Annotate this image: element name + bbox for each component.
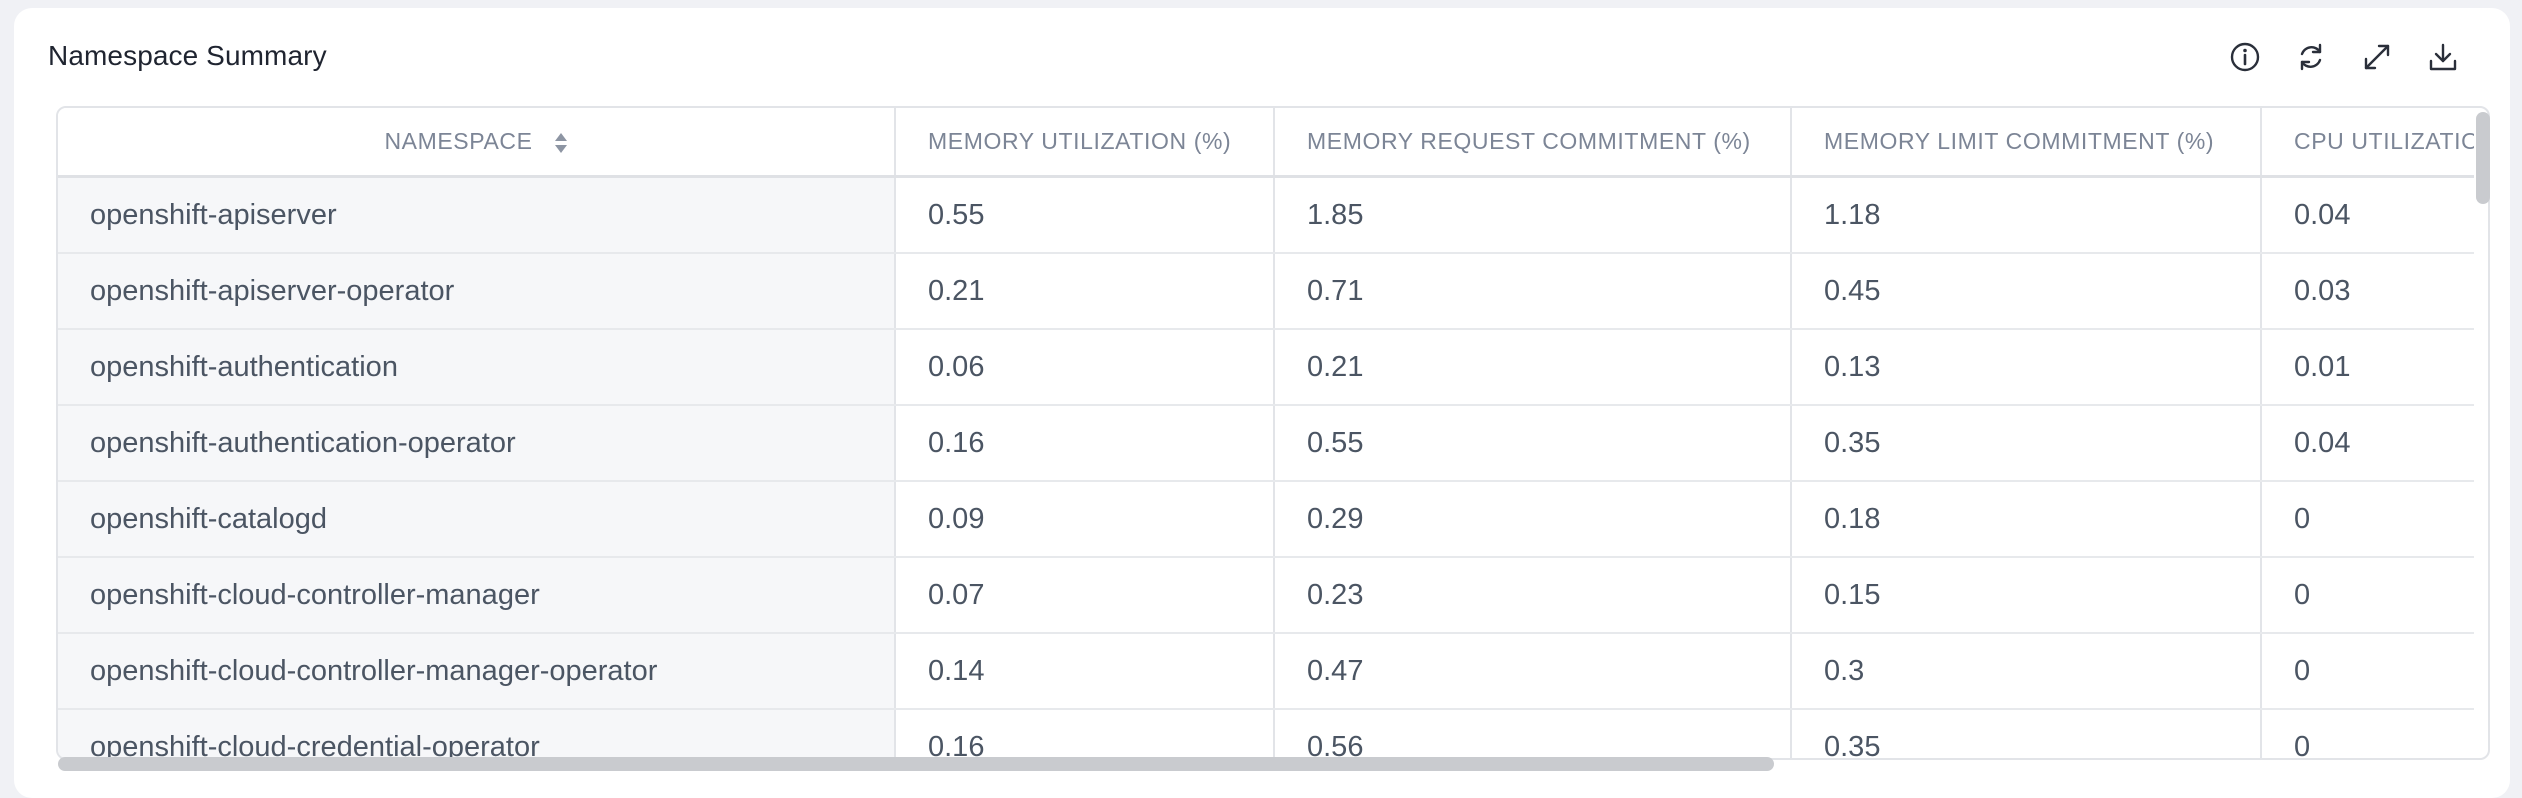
table-viewport[interactable]: NAMESPACE MEMORY UTILIZATION (%) MEMORY … (58, 108, 2474, 758)
column-header-cpu-utilization[interactable]: CPU UTILIZATION (2261, 108, 2474, 178)
namespace-cell: openshift-authentication-operator (58, 405, 896, 482)
cpu-utilization-cell: 0.04 (2261, 405, 2474, 482)
table-row[interactable]: openshift-apiserver-operator 0.21 0.71 0… (58, 253, 2474, 330)
memory-utilization-cell: 0.16 (895, 709, 1275, 758)
cpu-utilization-cell: 0.01 (2261, 329, 2474, 406)
memory-limit-commitment-cell: 0.13 (1791, 329, 2262, 406)
table-header-row: NAMESPACE MEMORY UTILIZATION (%) MEMORY … (58, 108, 2474, 178)
cpu-utilization-cell: 0 (2261, 557, 2474, 634)
memory-utilization-cell: 0.06 (895, 329, 1275, 406)
memory-request-commitment-cell: 0.56 (1274, 709, 1792, 758)
expand-button[interactable] (2360, 40, 2394, 74)
namespace-cell: openshift-cloud-credential-operator (58, 709, 896, 758)
memory-limit-commitment-cell: 0.15 (1791, 557, 2262, 634)
memory-limit-commitment-cell: 1.18 (1791, 176, 2262, 254)
vertical-scrollbar-thumb[interactable] (2476, 112, 2490, 204)
memory-utilization-cell: 0.16 (895, 405, 1275, 482)
cpu-utilization-cell: 0.03 (2261, 253, 2474, 330)
cpu-utilization-cell: 0 (2261, 633, 2474, 710)
panel-toolbar (2228, 40, 2460, 74)
memory-limit-commitment-cell: 0.45 (1791, 253, 2262, 330)
column-header-label: NAMESPACE (384, 128, 533, 154)
cpu-utilization-cell: 0.04 (2261, 176, 2474, 254)
namespace-cell: openshift-apiserver-operator (58, 253, 896, 330)
download-button[interactable] (2426, 40, 2460, 74)
namespace-table-container: NAMESPACE MEMORY UTILIZATION (%) MEMORY … (56, 106, 2490, 760)
memory-request-commitment-cell: 0.71 (1274, 253, 1792, 330)
cpu-utilization-cell: 0 (2261, 709, 2474, 758)
namespace-cell: openshift-authentication (58, 329, 896, 406)
namespace-cell: openshift-cloud-controller-manager-opera… (58, 633, 896, 710)
memory-limit-commitment-cell: 0.18 (1791, 481, 2262, 558)
column-header-memory-limit-commitment[interactable]: MEMORY LIMIT COMMITMENT (%) (1791, 108, 2262, 178)
memory-utilization-cell: 0.07 (895, 557, 1275, 634)
memory-utilization-cell: 0.09 (895, 481, 1275, 558)
memory-limit-commitment-cell: 0.35 (1791, 709, 2262, 758)
namespace-cell: openshift-catalogd (58, 481, 896, 558)
cpu-utilization-cell: 0 (2261, 481, 2474, 558)
refresh-icon (2300, 43, 2322, 71)
table-row[interactable]: openshift-cloud-controller-manager-opera… (58, 633, 2474, 710)
namespace-cell: openshift-apiserver (58, 176, 896, 254)
table-row[interactable]: openshift-apiserver 0.55 1.85 1.18 0.04 (58, 176, 2474, 254)
table-row[interactable]: openshift-cloud-controller-manager 0.07 … (58, 557, 2474, 634)
panel-title: Namespace Summary (48, 40, 327, 71)
table-row[interactable]: openshift-catalogd 0.09 0.29 0.18 0 (58, 481, 2474, 558)
namespace-summary-panel: Namespace Summary NAMESPACE MEMORY UTILI… (14, 8, 2510, 798)
column-header-namespace[interactable]: NAMESPACE (58, 108, 896, 178)
memory-request-commitment-cell: 0.29 (1274, 481, 1792, 558)
memory-request-commitment-cell: 0.47 (1274, 633, 1792, 710)
table-row[interactable]: openshift-authentication 0.06 0.21 0.13 … (58, 329, 2474, 406)
column-header-memory-utilization[interactable]: MEMORY UTILIZATION (%) (895, 108, 1275, 178)
namespace-cell: openshift-cloud-controller-manager (58, 557, 896, 634)
table-row[interactable]: openshift-authentication-operator 0.16 0… (58, 405, 2474, 482)
memory-request-commitment-cell: 0.21 (1274, 329, 1792, 406)
sort-icon[interactable] (554, 132, 568, 154)
expand-icon (2364, 44, 2390, 70)
horizontal-scrollbar-thumb[interactable] (58, 757, 1774, 771)
download-icon (2429, 43, 2457, 71)
memory-utilization-cell: 0.14 (895, 633, 1275, 710)
info-icon (2230, 42, 2260, 72)
memory-utilization-cell: 0.21 (895, 253, 1275, 330)
memory-request-commitment-cell: 0.23 (1274, 557, 1792, 634)
refresh-button[interactable] (2294, 40, 2328, 74)
memory-limit-commitment-cell: 0.35 (1791, 405, 2262, 482)
namespace-table: NAMESPACE MEMORY UTILIZATION (%) MEMORY … (58, 108, 2474, 758)
column-header-memory-request-commitment[interactable]: MEMORY REQUEST COMMITMENT (%) (1274, 108, 1792, 178)
info-button[interactable] (2228, 40, 2262, 74)
table-row[interactable]: openshift-cloud-credential-operator 0.16… (58, 709, 2474, 758)
memory-request-commitment-cell: 0.55 (1274, 405, 1792, 482)
memory-request-commitment-cell: 1.85 (1274, 176, 1792, 254)
memory-utilization-cell: 0.55 (895, 176, 1275, 254)
memory-limit-commitment-cell: 0.3 (1791, 633, 2262, 710)
